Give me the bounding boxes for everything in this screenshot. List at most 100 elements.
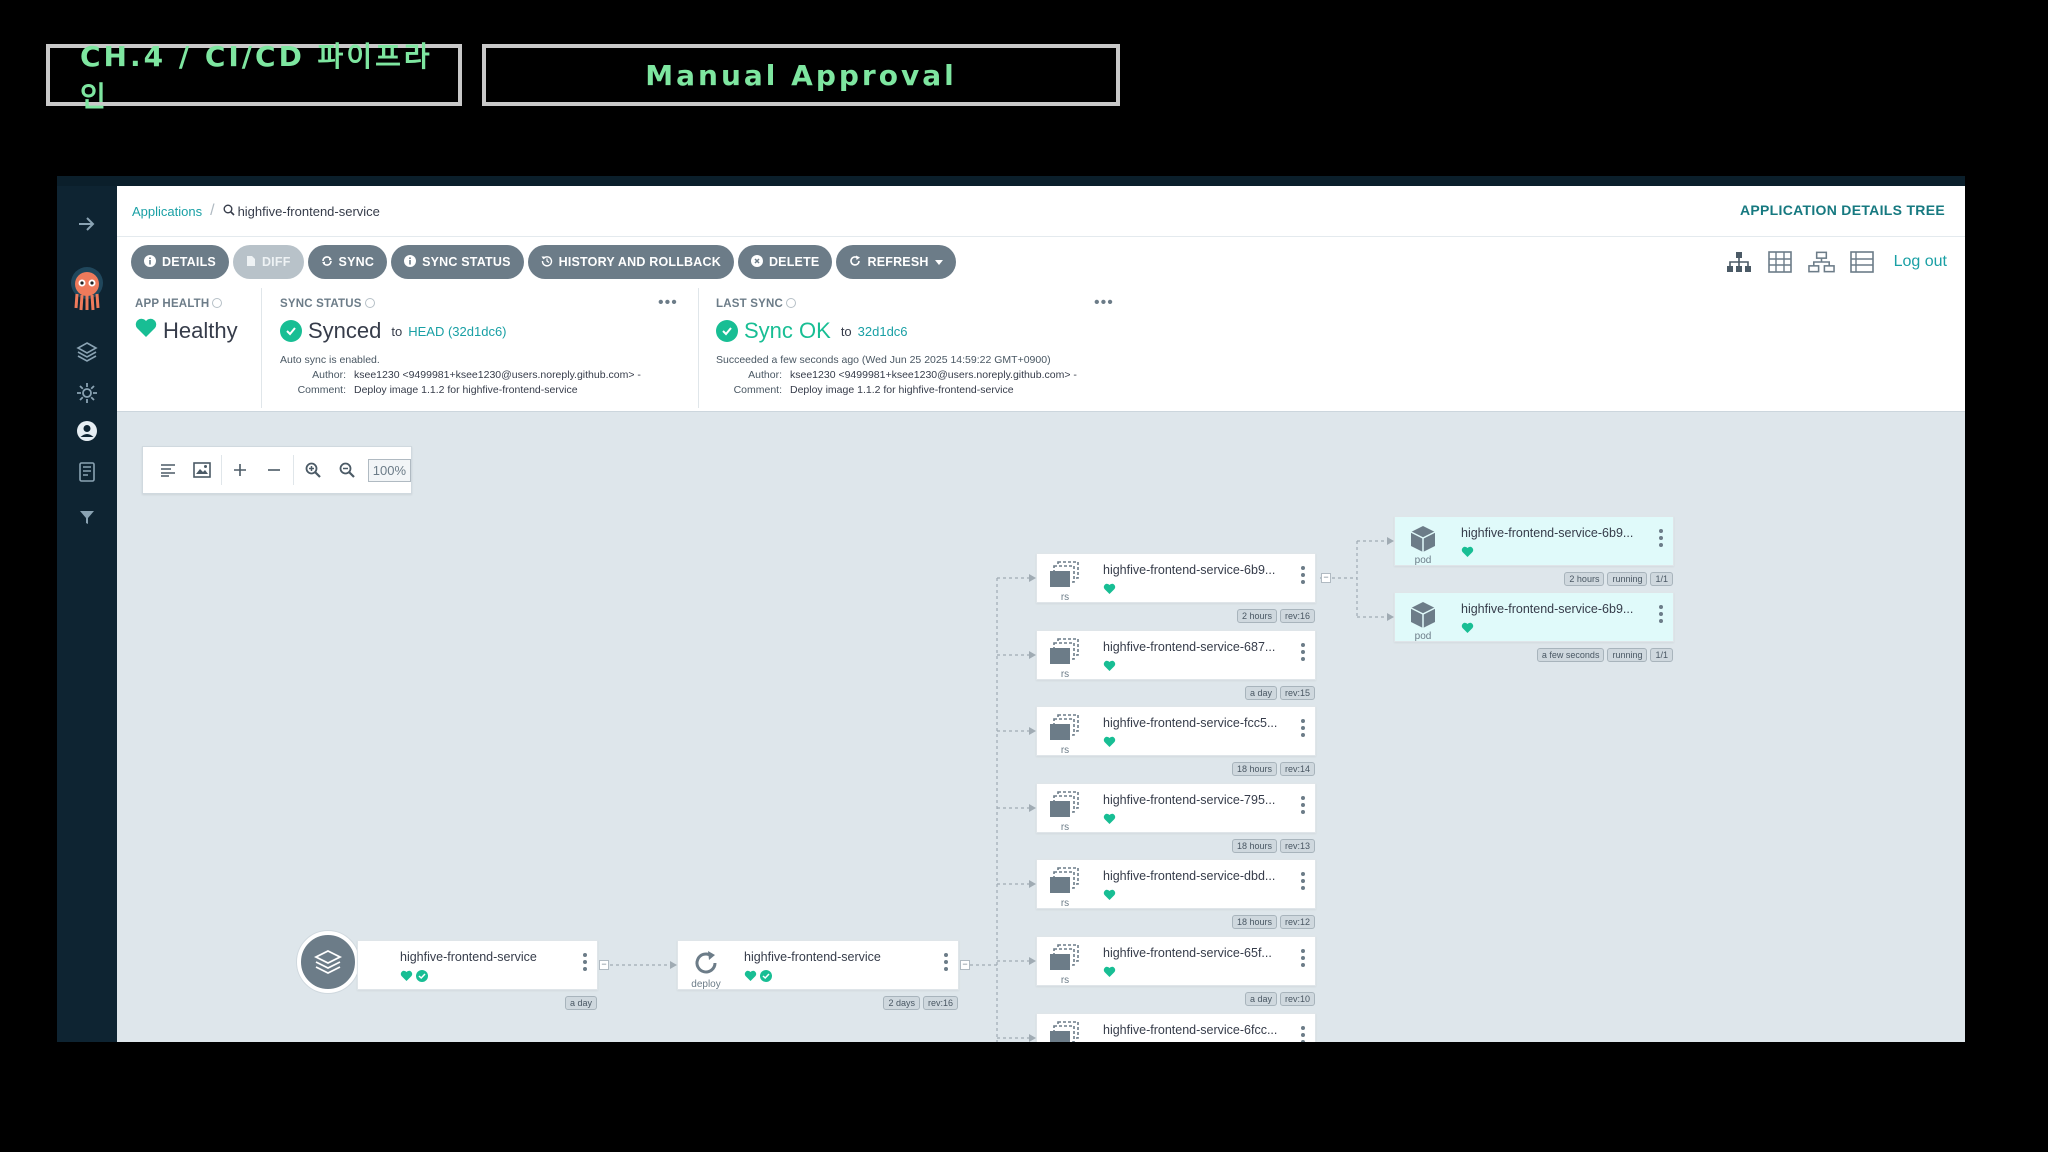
logout-link[interactable]: Log out — [1894, 253, 1947, 271]
sync-status-panel: SYNC STATUS ••• Synced to HEAD (32d1dc6)… — [280, 294, 680, 396]
kebab-menu-icon[interactable] — [1301, 643, 1305, 661]
fit-image-icon[interactable] — [185, 452, 219, 488]
heart-icon — [400, 969, 413, 987]
zoom-in-icon[interactable] — [296, 452, 330, 488]
node-status — [1461, 545, 1474, 563]
kebab-menu-icon[interactable] — [944, 953, 948, 971]
node-status — [1461, 621, 1474, 639]
kebab-menu-icon[interactable] — [583, 953, 587, 971]
heart-icon — [1103, 735, 1116, 753]
divider — [220, 455, 222, 485]
deploy-refresh-icon — [688, 948, 724, 978]
collapse-minus-icon[interactable] — [257, 452, 291, 488]
align-left-icon[interactable] — [151, 452, 185, 488]
details-button[interactable]: DETAILS — [131, 245, 229, 279]
node-tags: 2 days rev:16 — [883, 996, 958, 1010]
list-view-icon[interactable] — [1849, 248, 1876, 275]
kebab-menu-icon[interactable] — [1301, 796, 1305, 814]
zoom-level-indicator[interactable]: 100% — [367, 458, 411, 482]
tag: 1/1 — [1650, 648, 1673, 662]
kebab-menu-icon[interactable] — [1659, 605, 1663, 623]
user-icon[interactable] — [57, 420, 117, 442]
heart-icon — [1103, 659, 1116, 677]
history-and-rollback-button[interactable]: HISTORY AND ROLLBACK — [527, 245, 734, 279]
app-node-icon[interactable] — [297, 931, 359, 993]
settings-gear-icon[interactable] — [57, 382, 117, 404]
breadcrumb-separator: / — [210, 202, 215, 219]
sync-status-button[interactable]: SYNC STATUS — [391, 245, 524, 279]
docs-book-icon[interactable] — [57, 461, 117, 483]
auto-sync-note: Auto sync is enabled. — [280, 354, 380, 366]
network-view-icon[interactable] — [1807, 248, 1835, 275]
health-text: Healthy — [163, 318, 238, 343]
author-row: Author: ksee1230 <9499981+ksee1230@users.… — [280, 369, 680, 381]
kebab-menu-icon[interactable] — [1301, 719, 1305, 737]
revision-link[interactable]: HEAD (32d1dc6) — [408, 324, 506, 339]
tag: rev:13 — [1279, 839, 1315, 853]
expand-plus-icon[interactable] — [224, 452, 258, 488]
replicaset-node[interactable]: rs highfive-frontend-service-fcc5... 18 ho… — [1036, 706, 1316, 776]
replicaset-node[interactable]: rs highfive-frontend-service-65f... a day r… — [1036, 936, 1316, 1006]
sync-ok-check-icon — [716, 320, 738, 342]
search-icon — [223, 204, 235, 219]
replicaset-node[interactable]: rs highfive-frontend-service-dbd... 18 hou… — [1036, 859, 1316, 929]
help-icon[interactable] — [785, 298, 796, 308]
help-icon[interactable] — [364, 298, 375, 308]
help-icon[interactable] — [212, 298, 223, 308]
node-name: highfive-frontend-service-795... — [1103, 793, 1276, 807]
kebab-menu-icon[interactable] — [1659, 529, 1663, 547]
pod-node[interactable]: pod highfive-frontend-service-6b9... 2 hou… — [1394, 516, 1674, 586]
replicaset-node[interactable]: rs highfive-frontend-service-687... a day r… — [1036, 630, 1316, 700]
button-label: SYNC STATUS — [422, 255, 511, 269]
collapse-toggle[interactable]: − — [960, 960, 970, 970]
to-text: to — [840, 323, 852, 339]
pods-grid-icon[interactable] — [1767, 248, 1794, 275]
replicaset-node[interactable]: rshighfive-frontend-service-6fcc... — [1036, 1013, 1316, 1042]
breadcrumb-current: highfive-frontend-service — [237, 203, 380, 219]
kebab-menu-icon[interactable] — [1301, 872, 1305, 890]
diff-button[interactable]: DIFF — [232, 245, 304, 279]
revision-link[interactable]: 32d1dc6 — [858, 324, 908, 339]
node-tags: 2 hours running 1/1 — [1564, 572, 1673, 586]
more-options-icon[interactable]: ••• — [1094, 294, 1114, 312]
replicaset-node[interactable]: rs highfive-frontend-service-795... 18 hou… — [1036, 783, 1316, 853]
collapse-toggle[interactable]: − — [1321, 573, 1331, 583]
pod-cube-icon — [1405, 524, 1441, 554]
tag: a few seconds — [1536, 648, 1605, 662]
deploy-node[interactable]: deploy highfive-frontend-service 2 days … — [677, 940, 959, 1010]
pod-node[interactable]: pod highfive-frontend-service-6b9... a few… — [1394, 592, 1674, 662]
tag: a day — [1244, 686, 1277, 700]
app-node[interactable]: highfive-frontend-service a day — [357, 940, 598, 1010]
node-tags: 18 hours rev:14 — [1231, 762, 1315, 776]
collapse-toggle[interactable]: − — [599, 960, 609, 970]
divider — [261, 288, 262, 408]
argo-logo-icon[interactable] — [57, 266, 117, 312]
app-health-value: Healthy — [135, 318, 255, 344]
breadcrumb-applications-link[interactable]: Applications — [132, 204, 202, 219]
node-name: highfive-frontend-service — [400, 950, 537, 964]
delete-button[interactable]: DELETE — [737, 245, 833, 279]
synced-check-icon — [760, 969, 772, 987]
topic-title: Manual Approval — [482, 44, 1120, 106]
expand-arrow-icon[interactable] — [57, 214, 117, 234]
kebab-menu-icon[interactable] — [1301, 1026, 1305, 1042]
divider — [698, 288, 699, 408]
refresh-button[interactable]: REFRESH — [836, 245, 956, 279]
more-options-icon[interactable]: ••• — [658, 294, 678, 312]
heart-icon — [1103, 812, 1116, 830]
replicaset-icon — [1047, 638, 1083, 668]
kebab-menu-icon[interactable] — [1301, 949, 1305, 967]
kebab-menu-icon[interactable] — [1301, 566, 1305, 584]
sync-button[interactable]: SYNC — [307, 245, 388, 279]
zoom-out-icon[interactable] — [330, 452, 364, 488]
synced-check-icon — [280, 320, 302, 342]
applications-stack-icon[interactable] — [57, 341, 117, 363]
replicaset-node[interactable]: rs highfive-frontend-service-6b9... 2 hour… — [1036, 553, 1316, 623]
tree-view-icon[interactable] — [1726, 248, 1753, 275]
filter-icon[interactable] — [57, 508, 117, 526]
kind-label: rs — [1060, 745, 1070, 756]
tag: 2 days — [883, 996, 920, 1010]
node-status — [1103, 812, 1116, 830]
node-name: highfive-frontend-service-dbd... — [1103, 869, 1276, 883]
comment-value: Deploy image 1.1.2 for highfive-frontend… — [354, 384, 578, 396]
